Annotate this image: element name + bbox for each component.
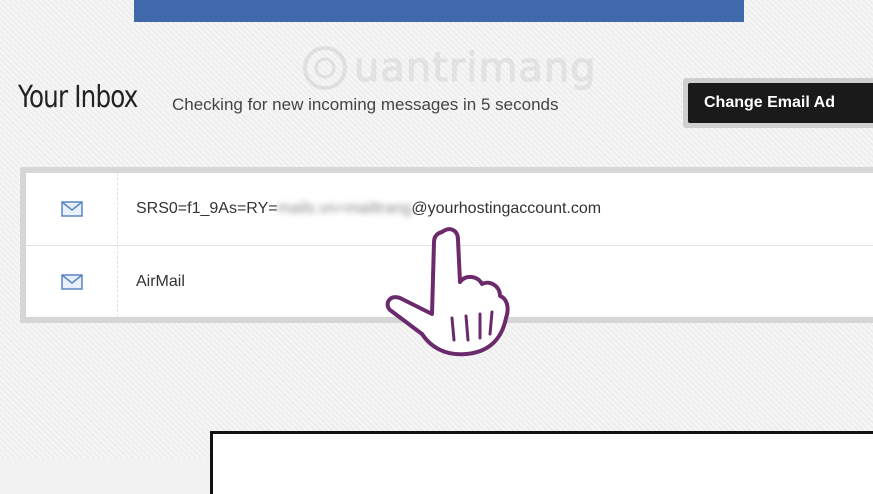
message-sender: AirMail xyxy=(136,272,185,290)
content-panel xyxy=(210,431,873,494)
envelope-icon xyxy=(26,246,118,317)
change-email-button[interactable]: Change Email Ad xyxy=(688,83,873,123)
top-banner-bar xyxy=(134,0,744,22)
message-sender: SRS0=f1_9As=RY=mails.vn=mailtrang@yourho… xyxy=(136,199,602,217)
refresh-status: Checking for new incoming messages in 5 … xyxy=(172,95,559,114)
redacted-email: mails.vn=mailtrang xyxy=(277,199,412,217)
envelope-icon xyxy=(26,173,118,244)
hand-pointer-icon xyxy=(385,227,510,357)
inbox-title: Your Inbox xyxy=(18,80,138,115)
